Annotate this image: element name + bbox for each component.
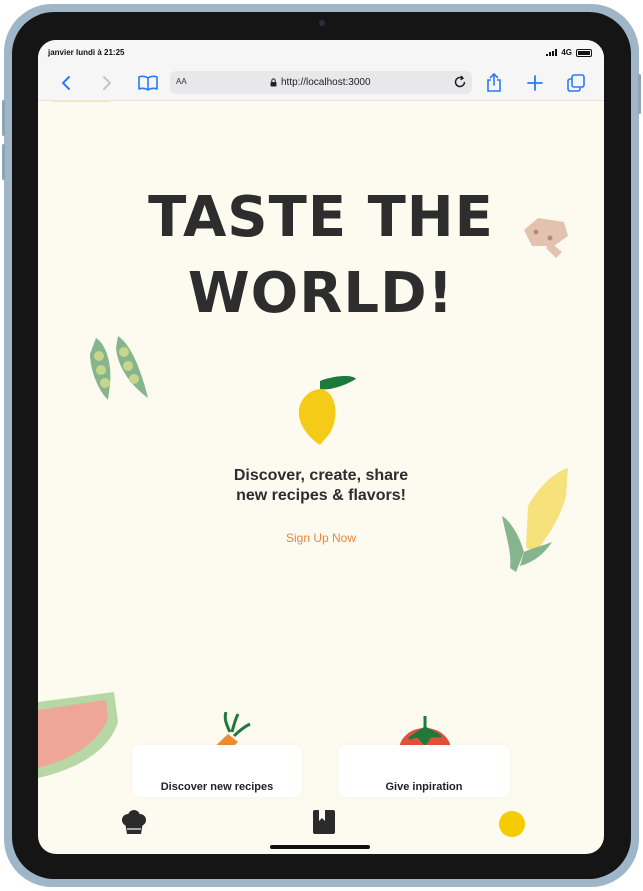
recipe-book-icon (313, 810, 335, 834)
bottom-tab-bar (38, 802, 604, 842)
new-tab-button[interactable] (524, 72, 546, 94)
lemon-icon (298, 375, 356, 445)
card-discover-label: Discover new recipes (160, 781, 274, 793)
forward-button[interactable] (96, 72, 118, 94)
browser-toolbar: AA http://localhost:3000 (38, 66, 604, 101)
url-display: http://localhost:3000 (270, 77, 371, 88)
volume-button (2, 100, 5, 136)
power-button (638, 74, 641, 114)
tab-home[interactable] (118, 808, 148, 838)
status-time: janvier lundi à 21:25 (48, 48, 125, 57)
card-give-inspiration[interactable]: Give inpiration (338, 745, 510, 797)
corn-icon (502, 468, 568, 572)
volume-button-2 (2, 144, 5, 180)
watermelon-icon (38, 692, 118, 778)
bookmarks-button[interactable] (137, 72, 159, 94)
lock-icon (270, 78, 277, 87)
status-bar: janvier lundi à 21:25 4G (38, 40, 604, 66)
tab-recipes[interactable] (311, 808, 337, 838)
share-icon (487, 73, 501, 92)
card-inspiration-label: Give inpiration (385, 781, 463, 793)
mushroom-icon (524, 218, 568, 258)
tabs-button[interactable] (565, 72, 587, 94)
battery-icon (576, 48, 592, 57)
top-accent-line (52, 100, 110, 102)
back-button[interactable] (55, 72, 77, 94)
tabs-icon (567, 74, 585, 92)
reload-icon (454, 75, 466, 88)
url-text: http://localhost:3000 (281, 77, 371, 88)
book-icon (138, 75, 158, 91)
share-button[interactable] (483, 72, 505, 94)
text-size-button[interactable]: AA (176, 77, 187, 86)
reload-button[interactable] (452, 74, 468, 93)
home-indicator (270, 845, 370, 849)
signal-icon (546, 49, 558, 56)
screen: janvier lundi à 21:25 4G AA http://local… (38, 40, 604, 854)
plus-icon (527, 75, 543, 91)
network-label: 4G (561, 48, 572, 57)
chevron-right-icon (103, 76, 111, 90)
chevron-left-icon (62, 76, 70, 90)
chef-hat-icon (122, 810, 146, 834)
hero-title-line2: WORLD! (187, 261, 455, 326)
pea-pods-icon (90, 336, 148, 400)
status-indicators: 4G (546, 48, 592, 57)
address-bar[interactable]: AA http://localhost:3000 (170, 71, 472, 94)
card-discover-recipes[interactable]: Discover new recipes (132, 745, 302, 797)
front-camera (319, 20, 325, 26)
profile-dot-icon[interactable] (499, 811, 525, 837)
